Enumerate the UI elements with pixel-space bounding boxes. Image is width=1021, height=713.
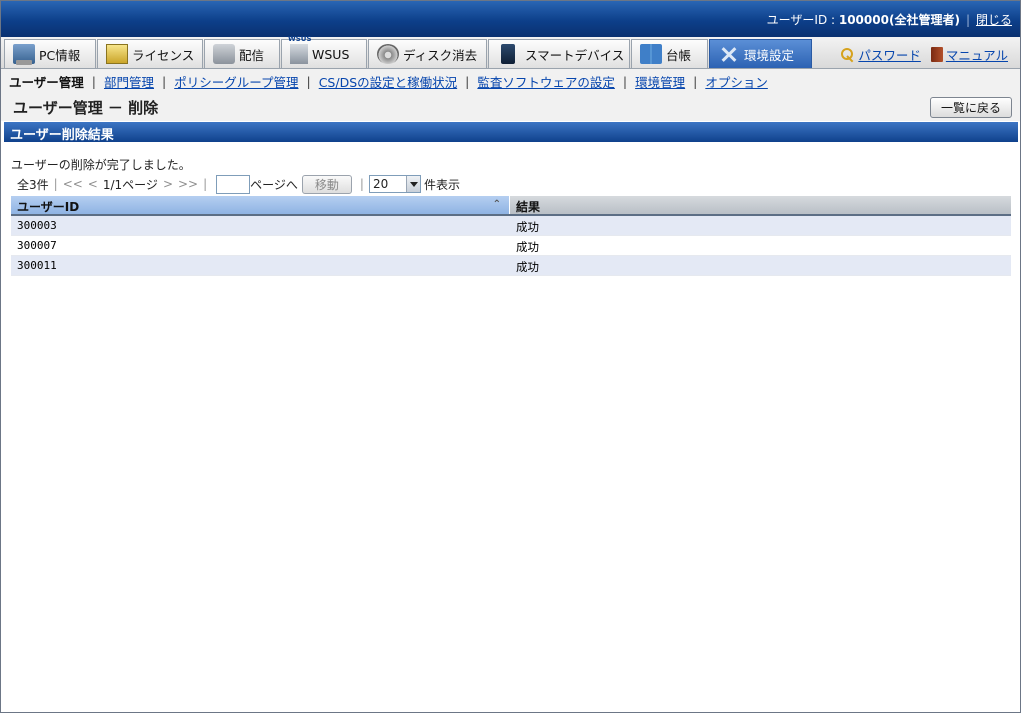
page-number-input[interactable] bbox=[216, 174, 251, 194]
user-id: 100000(全社管理者) bbox=[838, 13, 960, 27]
manual-link[interactable]: マニュアル bbox=[946, 45, 1008, 64]
app-window: ユーザーID : 100000(全社管理者) | 閉じる PC情報 ライセンス 配信… bbox=[0, 0, 1021, 713]
chevron-down-icon[interactable] bbox=[405, 176, 420, 192]
tab-label: PC情報 bbox=[39, 47, 81, 63]
distribution-icon bbox=[213, 44, 235, 64]
subnav-options[interactable]: オプション bbox=[705, 72, 768, 91]
page-header: ユーザー管理 － 削除 一覧に戻る bbox=[1, 93, 1020, 121]
cell-user-id: 300007 bbox=[17, 239, 57, 252]
next-page-link[interactable]: > bbox=[163, 177, 173, 191]
table-row: 300011 成功 bbox=[11, 256, 1011, 276]
per-page-value: 20 bbox=[372, 177, 389, 191]
cell-result: 成功 bbox=[516, 260, 539, 274]
table-row: 300007 成功 bbox=[11, 236, 1011, 256]
total-count: 全3件 bbox=[17, 177, 49, 192]
license-icon bbox=[106, 44, 128, 64]
tab-ledger[interactable]: 台帳 bbox=[631, 39, 708, 68]
wsus-icon bbox=[288, 35, 312, 64]
move-button[interactable]: 移動 bbox=[301, 174, 352, 194]
tab-label: 台帳 bbox=[666, 47, 692, 63]
title-bar: ユーザーID : 100000(全社管理者) | 閉じる bbox=[1, 1, 1020, 37]
subnav-department[interactable]: 部門管理 bbox=[104, 72, 154, 91]
column-label: 結果 bbox=[516, 200, 541, 214]
pagination: 全3件 | << < 1/1ページ > >> | ページへ 移動 | 20 件表… bbox=[17, 174, 460, 194]
subnav-policy-group[interactable]: ポリシーグループ管理 bbox=[174, 72, 298, 91]
per-page-suffix: 件表示 bbox=[423, 177, 460, 192]
page-title: ユーザー管理 － 削除 bbox=[13, 99, 159, 117]
tab-distribution[interactable]: 配信 bbox=[204, 39, 280, 68]
user-label: ユーザーID : bbox=[766, 13, 839, 27]
tab-license[interactable]: ライセンス bbox=[97, 39, 203, 68]
ledger-icon bbox=[640, 44, 662, 64]
password-link[interactable]: パスワード bbox=[858, 45, 921, 64]
subnav-environment[interactable]: 環境管理 bbox=[635, 72, 685, 91]
result-table: ユーザーID ⌃ 結果 300003 成功 300007 成功 300011 成… bbox=[11, 196, 1011, 276]
user-info: ユーザーID : 100000(全社管理者) | 閉じる bbox=[766, 13, 1012, 27]
last-page-link[interactable]: >> bbox=[178, 177, 198, 191]
tab-pc-info[interactable]: PC情報 bbox=[4, 39, 96, 68]
back-to-list-button[interactable]: 一覧に戻る bbox=[930, 97, 1012, 118]
close-link[interactable]: 閉じる bbox=[976, 13, 1012, 27]
tab-smart-device[interactable]: スマートデバイス bbox=[488, 39, 630, 68]
utility-links: パスワード マニュアル bbox=[841, 45, 1008, 64]
completion-message: ユーザーの削除が完了しました。 bbox=[11, 158, 191, 172]
subnav-audit-software[interactable]: 監査ソフトウェアの設定 bbox=[477, 72, 615, 91]
tab-wsus[interactable]: WSUS bbox=[281, 35, 367, 68]
pc-icon bbox=[13, 44, 35, 65]
tab-label: ディスク消去 bbox=[403, 47, 478, 63]
section-title: ユーザー削除結果 bbox=[4, 122, 1018, 143]
subnav-current-user-management: ユーザー管理 bbox=[9, 74, 84, 90]
cell-user-id: 300003 bbox=[17, 219, 57, 232]
tab-disk-erase[interactable]: ディスク消去 bbox=[368, 39, 487, 68]
table-header: ユーザーID ⌃ 結果 bbox=[11, 196, 1011, 216]
manual-book-icon bbox=[930, 47, 943, 62]
sort-icon[interactable]: ⌃ bbox=[493, 199, 501, 210]
per-page-select[interactable]: 20 bbox=[368, 175, 421, 193]
tools-icon bbox=[718, 44, 740, 64]
first-page-link[interactable]: << bbox=[63, 177, 83, 191]
cell-result: 成功 bbox=[516, 240, 539, 254]
key-icon bbox=[841, 47, 855, 62]
subnav-cs-ds-settings[interactable]: CS/DSの設定と稼働状況 bbox=[319, 72, 457, 91]
table-row: 300003 成功 bbox=[11, 216, 1011, 236]
tab-label: WSUS bbox=[312, 46, 350, 62]
cell-result: 成功 bbox=[516, 220, 539, 234]
smartphone-icon bbox=[501, 44, 515, 64]
goto-label: ページへ bbox=[250, 177, 298, 192]
tab-environment-settings[interactable]: 環境設定 bbox=[709, 39, 812, 68]
tab-label: 環境設定 bbox=[744, 47, 795, 63]
cell-user-id: 300011 bbox=[17, 259, 57, 272]
page-info: 1/1ページ bbox=[102, 177, 158, 192]
sub-navigation: ユーザー管理 | 部門管理 | ポリシーグループ管理 | CS/DSの設定と稼働… bbox=[1, 69, 1020, 93]
prev-page-link[interactable]: < bbox=[88, 177, 98, 191]
column-header-user-id[interactable]: ユーザーID ⌃ bbox=[11, 196, 510, 214]
column-header-result[interactable]: 結果 bbox=[510, 196, 1011, 214]
tab-label: 配信 bbox=[239, 47, 265, 63]
tab-label: スマートデバイス bbox=[525, 47, 625, 63]
disk-erase-icon bbox=[377, 44, 399, 64]
tab-label: ライセンス bbox=[132, 47, 195, 63]
column-label: ユーザーID bbox=[17, 200, 80, 214]
